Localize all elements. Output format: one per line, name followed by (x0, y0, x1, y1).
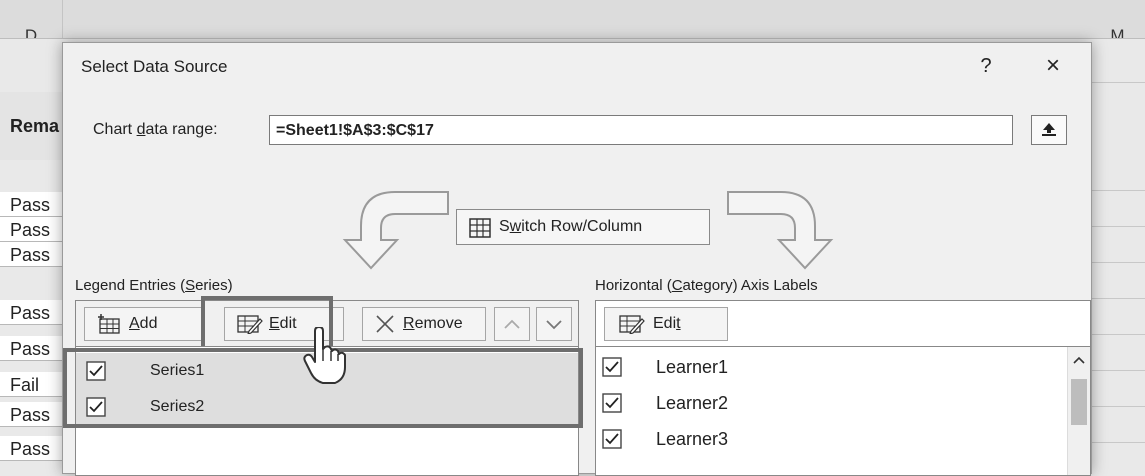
button-label: S (499, 218, 510, 235)
button-label: itch Row/Column (521, 218, 643, 235)
table-cell[interactable]: Pass (0, 436, 70, 461)
collapse-arrow-icon (1042, 123, 1056, 136)
table-cell[interactable]: Pass (0, 217, 70, 242)
grid-line (1090, 298, 1145, 299)
list-item[interactable]: Learner3 (596, 421, 1046, 457)
chevron-up-icon (1073, 356, 1085, 364)
checkbox-checked-icon[interactable] (602, 393, 622, 413)
category-name: Learner2 (656, 393, 729, 413)
category-name: Learner3 (656, 429, 729, 449)
category-toolbar: Edit (595, 300, 1091, 346)
label-text: Chart (93, 121, 137, 138)
grid-line (1090, 82, 1145, 83)
column-header-d[interactable]: D (0, 0, 63, 38)
curved-arrow-left-icon (342, 191, 449, 270)
grid-line (1090, 442, 1145, 443)
label-text: Legend Entries ( (75, 277, 186, 294)
label-text: ata range: (145, 121, 218, 138)
button-label: Remove (403, 308, 463, 340)
accelerator-key: R (403, 315, 415, 332)
edit-table-icon (619, 315, 645, 334)
button-label: Edit (653, 308, 681, 340)
label-text: Edi (653, 315, 677, 332)
label-text: ategory) Axis Labels (682, 277, 818, 294)
list-item[interactable]: Learner1 (596, 349, 1046, 385)
chevron-up-icon (504, 319, 520, 329)
label-text: Horizontal ( (595, 277, 672, 294)
grid-line (1090, 190, 1145, 191)
label-text: emove (414, 315, 463, 332)
table-cell[interactable]: Pass (0, 336, 70, 361)
scrollbar-thumb[interactable] (1071, 379, 1087, 425)
grid-line (1090, 226, 1145, 227)
accelerator-key: S (185, 277, 196, 294)
category-labels-list[interactable]: Learner1 Learner2 Learner3 (595, 346, 1091, 476)
switch-grid-icon (469, 218, 491, 238)
add-series-button[interactable]: Add (84, 307, 204, 341)
select-data-source-dialog: Select Data Source ? × Chart data range:… (62, 42, 1092, 476)
legend-entries-label: Legend Entries (Series) (75, 277, 233, 294)
accelerator-key: A (129, 315, 140, 332)
help-button[interactable]: ? (968, 51, 1004, 81)
table-cell[interactable]: Pass (0, 192, 70, 217)
close-button[interactable]: × (1033, 51, 1073, 81)
column-header-m[interactable]: M (1090, 0, 1145, 38)
scroll-up-button[interactable] (1068, 353, 1090, 371)
edit-axis-labels-button[interactable]: Edit (604, 307, 728, 341)
hand-pointer-cursor-icon (303, 327, 346, 384)
remove-series-button[interactable]: Remove (362, 307, 486, 341)
grid-line (1090, 406, 1145, 407)
curved-arrow-right-icon (727, 191, 834, 270)
checkbox-checked-icon[interactable] (602, 429, 622, 449)
grid-line (1090, 262, 1145, 263)
label-text: eries) (195, 277, 233, 294)
table-cell[interactable]: Pass (0, 300, 70, 325)
chevron-down-icon (546, 320, 562, 330)
table-cell[interactable]: Pass (0, 402, 70, 427)
accelerator-key: w (509, 218, 522, 235)
vertical-scrollbar[interactable] (1067, 347, 1090, 475)
grid-line (1090, 370, 1145, 371)
add-table-icon (98, 314, 120, 334)
chart-data-range-input[interactable]: =Sheet1!$A$3:$C$17 (269, 115, 1013, 145)
move-up-button[interactable] (494, 307, 530, 341)
category-name: Learner1 (656, 357, 729, 377)
table-cell[interactable]: Fail (0, 372, 70, 397)
accelerator-key: t (676, 315, 681, 332)
category-axis-labels-label: Horizontal (Category) Axis Labels (595, 277, 818, 294)
button-label: Add (129, 308, 157, 340)
move-down-button[interactable] (536, 307, 572, 341)
list-item[interactable]: Learner2 (596, 385, 1046, 421)
accelerator-key: C (671, 277, 683, 294)
column-header-row: D M (0, 0, 1145, 39)
remove-x-icon (376, 315, 394, 333)
collapse-dialog-button[interactable] (1031, 115, 1067, 145)
grid-line (1090, 334, 1145, 335)
header-cell-remarks[interactable]: Rema (0, 92, 70, 160)
checkbox-checked-icon[interactable] (602, 357, 622, 377)
switch-row-column-button[interactable]: Switch Row/Column (456, 209, 710, 245)
label-text: dd (139, 315, 158, 332)
table-cell[interactable]: Pass (0, 242, 70, 267)
dialog-title: Select Data Source (81, 57, 228, 76)
chart-data-range-label: Chart data range: (93, 121, 218, 139)
